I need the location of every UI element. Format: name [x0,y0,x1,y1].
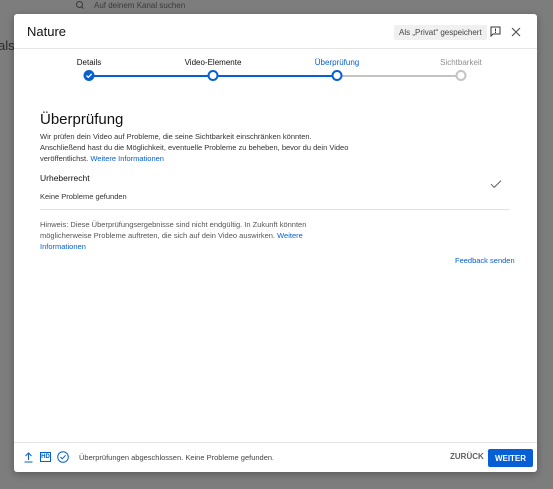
back-button[interactable]: ZURÜCK [450,452,484,461]
background-side-text: als [0,38,15,53]
step-review-dot[interactable] [331,70,343,81]
dialog-header: Nature Als „Privat“ gespeichert [14,14,537,49]
copyright-label: Urheberrecht [40,173,90,183]
search-icon [76,1,85,10]
intro-learn-more-link[interactable]: Weitere Informationen [90,154,164,163]
step-visibility-label[interactable]: Sichtbarkeit [440,58,482,67]
intro-body: Wir prüfen dein Video auf Probleme, die … [40,132,349,164]
next-button[interactable]: WEITER [488,449,533,467]
send-feedback-link[interactable]: Feedback senden [455,256,515,265]
stepper-remaining-line [337,75,461,77]
upload-dialog: Nature Als „Privat“ gespeichert Details … [14,14,537,472]
dialog-title: Nature [27,24,67,39]
feedback-icon[interactable] [490,26,501,37]
background-search-placeholder: Auf deinem Kanal suchen [94,1,186,10]
progress-stepper: Details Video-Elemente Überprüfung Sicht… [14,50,537,88]
copyright-status: Keine Probleme gefunden [40,192,127,201]
step-review-label[interactable]: Überprüfung [315,58,359,67]
step-video-elements-dot[interactable] [207,70,219,81]
footer-status-text: Überprüfungen abgeschlossen. Keine Probl… [79,453,275,462]
check-icon [86,73,93,79]
copyright-check-icon [490,180,502,189]
saved-status-badge: Als „Privat“ gespeichert [394,25,487,40]
close-icon[interactable] [511,27,521,37]
step-video-elements-label[interactable]: Video-Elemente [185,58,242,67]
upload-icon[interactable] [24,452,33,463]
hint-body: Hinweis: Diese Überprüfungsergebnisse si… [40,220,307,241]
section-divider [40,209,510,210]
background-search-bar: Auf deinem Kanal suchen [64,0,364,11]
step-details-dot[interactable] [83,70,95,81]
step-details-label[interactable]: Details [77,58,101,67]
check-circle-icon[interactable] [57,451,69,463]
section-title: Überprüfung [40,111,124,128]
dialog-footer: HD Überprüfungen abgeschlossen. Keine Pr… [14,442,537,472]
step-visibility-dot[interactable] [455,70,467,81]
hd-icon[interactable]: HD [40,452,51,462]
hint-text: Hinweis: Diese Überprüfungsergebnisse si… [40,219,330,253]
intro-text: Wir prüfen dein Video auf Probleme, die … [40,131,350,165]
